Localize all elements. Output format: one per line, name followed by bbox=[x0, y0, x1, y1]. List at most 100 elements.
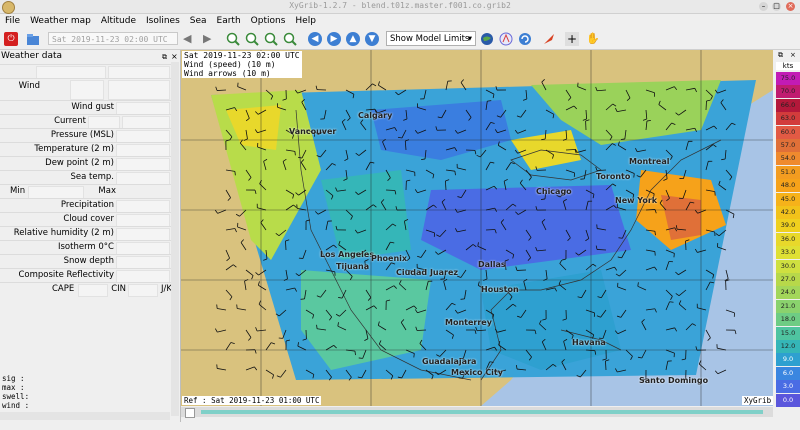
wind-barb bbox=[237, 82, 247, 91]
wind-barb bbox=[225, 342, 235, 351]
menu-file[interactable]: File bbox=[0, 16, 25, 26]
panel-scrollbar[interactable] bbox=[171, 62, 179, 416]
wind-barb bbox=[535, 166, 547, 171]
previous-icon[interactable]: ◀ bbox=[183, 32, 197, 46]
wind-barb bbox=[505, 303, 517, 311]
wind-barb bbox=[305, 369, 315, 379]
city-los-angeles: Los Angeles bbox=[320, 250, 375, 259]
wind-barb bbox=[255, 109, 267, 115]
legend-cell: 0.0 bbox=[776, 393, 800, 407]
ref-date: Ref : Sat 2019-11-23 01:00 UTC bbox=[182, 396, 322, 405]
wind-barb bbox=[678, 300, 687, 311]
row-wind: Wind bbox=[0, 78, 172, 101]
menu-altitude[interactable]: Altitude bbox=[96, 16, 141, 26]
wind-barb bbox=[617, 282, 627, 291]
close-panel-icon[interactable]: × bbox=[171, 52, 178, 61]
wind-barb bbox=[265, 369, 275, 379]
wind-barb bbox=[517, 309, 527, 318]
maximize-icon[interactable]: □ bbox=[772, 2, 781, 11]
pan-up-icon[interactable]: ▲ bbox=[346, 32, 360, 46]
crosshair-icon[interactable]: + bbox=[565, 32, 579, 46]
wind-barb bbox=[405, 169, 416, 177]
wind-barb bbox=[225, 139, 230, 151]
minimize-icon[interactable]: – bbox=[759, 2, 768, 11]
open-file-icon[interactable] bbox=[26, 32, 40, 46]
weather-map[interactable]: Calgary Vancouver Montreal Toronto Chica… bbox=[181, 50, 773, 406]
wind-barb bbox=[305, 219, 310, 231]
wind-barb bbox=[515, 209, 527, 215]
menu-earth[interactable]: Earth bbox=[212, 16, 246, 26]
row-reflectivity: Composite Reflectivity bbox=[0, 268, 172, 283]
menu-help[interactable]: Help bbox=[290, 16, 321, 26]
wind-barb bbox=[465, 329, 477, 334]
wind-barb bbox=[320, 109, 327, 120]
model-limits-select[interactable]: Show Model Limits ▾ bbox=[386, 31, 476, 46]
wind-barb bbox=[558, 280, 567, 291]
legend-cell: 24.0 bbox=[776, 286, 800, 300]
pan-down-icon[interactable]: ▼ bbox=[365, 32, 379, 46]
wind-barb bbox=[545, 109, 555, 119]
hscroll-handle[interactable] bbox=[185, 408, 195, 418]
wind-barb bbox=[685, 127, 697, 132]
wind-barb bbox=[505, 249, 515, 259]
hand-icon[interactable]: ✋ bbox=[586, 32, 600, 46]
wind-barbs bbox=[214, 79, 737, 381]
wind-barb bbox=[282, 158, 287, 171]
wind-barb bbox=[665, 227, 678, 232]
wind-barb bbox=[295, 189, 307, 196]
wind-barb bbox=[445, 80, 452, 91]
zoom-out-icon[interactable] bbox=[245, 32, 259, 46]
map-hscroll[interactable] bbox=[181, 407, 773, 418]
legend-float-icon[interactable]: ⧉ bbox=[778, 51, 783, 60]
wind-barb bbox=[725, 122, 736, 131]
wind-barb bbox=[285, 287, 298, 292]
quit-icon[interactable]: ⏻ bbox=[4, 32, 18, 46]
wind-barb bbox=[585, 189, 595, 199]
close-icon[interactable]: × bbox=[786, 2, 795, 11]
wind-barb bbox=[659, 199, 667, 211]
city-new-york: New York bbox=[615, 196, 658, 205]
float-icon[interactable]: ⧉ bbox=[162, 53, 167, 62]
menu-weather-map[interactable]: Weather map bbox=[25, 16, 96, 26]
wind-barb bbox=[561, 359, 567, 371]
wind-barb bbox=[365, 289, 372, 301]
wind-barb bbox=[483, 269, 488, 281]
zoom-fit-icon[interactable] bbox=[283, 32, 297, 46]
wind-barb bbox=[635, 147, 647, 153]
wind-barb bbox=[345, 209, 353, 220]
pan-left-icon[interactable]: ◀ bbox=[308, 32, 322, 46]
wind-barb bbox=[285, 239, 290, 251]
next-icon[interactable]: ▶ bbox=[203, 32, 217, 46]
wind-barb bbox=[725, 279, 730, 291]
menu-isolines[interactable]: Isolines bbox=[141, 16, 185, 26]
pan-right-icon[interactable]: ▶ bbox=[327, 32, 341, 46]
wind-barb bbox=[245, 269, 254, 280]
wind-barb bbox=[605, 359, 610, 371]
menu-options[interactable]: Options bbox=[246, 16, 291, 26]
panel-hscroll[interactable] bbox=[0, 412, 170, 420]
zoom-selection-icon[interactable] bbox=[264, 32, 278, 46]
wind-barb bbox=[565, 89, 572, 101]
legend-cell: 6.0 bbox=[776, 366, 800, 380]
globe-icon[interactable] bbox=[480, 32, 494, 46]
wind-barb bbox=[705, 99, 711, 111]
wind-barb bbox=[385, 369, 394, 380]
menu-sea[interactable]: Sea bbox=[185, 16, 212, 26]
date-select[interactable]: Sat 2019-11-23 02:00 UTC bbox=[48, 32, 178, 45]
wind-barb bbox=[585, 309, 595, 317]
metar-icon[interactable] bbox=[499, 32, 513, 46]
wind-barb bbox=[541, 338, 547, 351]
wind-barb bbox=[365, 161, 375, 171]
wind-barb bbox=[258, 300, 267, 311]
wind-barb bbox=[675, 109, 687, 116]
wind-barb bbox=[500, 219, 507, 231]
wind-barb bbox=[316, 149, 327, 158]
wind-barb bbox=[665, 249, 675, 258]
wind-barb bbox=[705, 189, 716, 196]
gps-icon[interactable] bbox=[542, 32, 556, 46]
legend-close-icon[interactable]: × bbox=[790, 51, 796, 59]
wind-barb bbox=[425, 204, 437, 211]
refresh-icon[interactable] bbox=[518, 32, 532, 46]
wind-barb bbox=[641, 319, 647, 331]
zoom-in-icon[interactable] bbox=[226, 32, 240, 46]
